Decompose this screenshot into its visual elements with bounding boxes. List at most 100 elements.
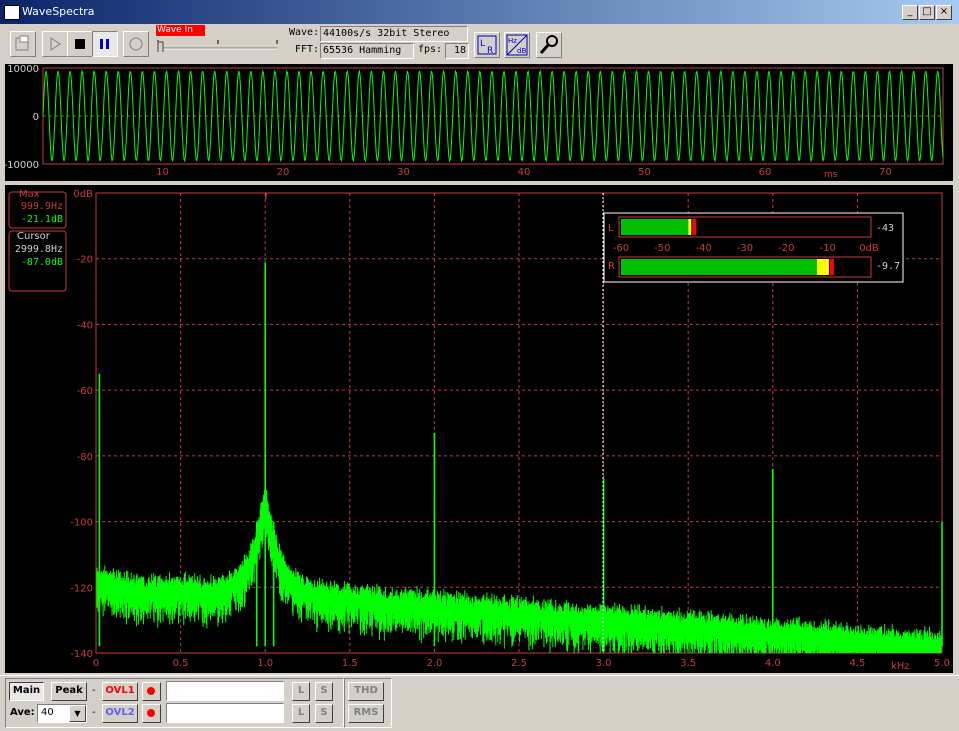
spectrum-y-tick: -20 — [77, 255, 93, 266]
waveform-x-tick: 20 — [277, 167, 290, 178]
ovl1-load-button[interactable]: L — [292, 682, 310, 701]
pause-button[interactable] — [92, 31, 118, 57]
chevron-down-icon[interactable]: ▼ — [69, 705, 86, 722]
waveform-plot: 10000 0 -10000 10 20 30 40 50 60 70 ms — [4, 64, 944, 180]
ovl1-save-button[interactable]: S — [315, 682, 333, 701]
wave-label: Wave: — [289, 27, 320, 38]
lr-channel-button[interactable]: L R — [474, 32, 500, 58]
pause-icon — [100, 39, 109, 49]
max-readout-label: Max — [19, 189, 40, 200]
wave-format-field: 44100s/s 32bit Stereo — [320, 26, 468, 42]
wrench-icon — [539, 35, 558, 54]
max-readout-freq: 999.9Hz — [21, 201, 63, 212]
ovl2-dash: - — [92, 707, 96, 718]
bottom-bar: Main Peak - OVL1 L S THD Ave: 40 ▼ - OVL… — [0, 675, 959, 731]
meter-scale-tick: -40 — [695, 243, 711, 254]
close-button[interactable]: × — [936, 5, 952, 20]
ovl2-button[interactable]: OVL2 — [102, 704, 138, 723]
ovl1-record-button[interactable] — [142, 682, 161, 701]
wave-in-label: Wave In — [156, 25, 205, 36]
spectrum-x-tick: 1.0 — [257, 658, 273, 669]
lr-icon: L R — [477, 35, 497, 56]
spectrum-x-tick: 4.5 — [849, 658, 865, 669]
ovl2-record-button[interactable] — [142, 704, 161, 723]
play-icon — [50, 37, 61, 51]
hz-db-icon-db: dB — [517, 47, 526, 55]
play-button[interactable] — [42, 31, 68, 57]
spectrum-y-tick: 0dB — [73, 189, 93, 200]
thd-button[interactable]: THD — [348, 682, 384, 701]
cursor-readout-freq: 2999.8Hz — [15, 244, 63, 255]
meter-scale-tick: -10 — [819, 243, 835, 254]
spectrum-x-tick: 0 — [93, 658, 99, 669]
minimize-button[interactable]: _ — [902, 5, 918, 20]
settings-button[interactable] — [536, 32, 562, 58]
meter-left-peak-hold — [688, 219, 692, 235]
meter-left-label: L — [608, 223, 614, 234]
waveform-y-tick: -10000 — [5, 160, 39, 171]
main-button[interactable]: Main — [9, 682, 44, 701]
meter-right-value: -9.7 — [876, 261, 900, 272]
spectrum-plot: 0dB -20 -40 -60 -80 -100 -120 -140 0 0.5 1.0 1.5 2.… — [8, 189, 950, 672]
lr-icon-l: L — [480, 39, 485, 49]
fps-field: 18 — [445, 43, 469, 59]
waveform-x-tick: 30 — [397, 167, 410, 178]
ave-label: Ave: — [10, 707, 35, 718]
meter-right-bar — [621, 259, 817, 275]
ovl1-name-field[interactable] — [166, 681, 284, 701]
spectrum-x-tick: 2.0 — [426, 658, 442, 669]
spectrum-y-tick: -100 — [70, 518, 93, 529]
spectrum-y-tick: -60 — [77, 386, 93, 397]
open-file-button[interactable] — [10, 31, 36, 57]
spectrum-x-tick: 0.5 — [173, 658, 189, 669]
stop-icon — [75, 39, 85, 49]
window-title: WaveSpectra — [22, 5, 95, 18]
ovl2-load-button[interactable]: L — [292, 704, 310, 723]
meter-left-value: -43 — [876, 223, 894, 234]
spectrum-x-tick: 4.0 — [765, 658, 781, 669]
ovl1-dash: - — [92, 685, 96, 696]
waveform-x-tick: 60 — [759, 167, 772, 178]
waveform-x-tick: 10 — [156, 167, 169, 178]
meter-left-peak — [692, 219, 697, 235]
ovl2-name-field[interactable] — [166, 703, 284, 723]
spectrum-x-tick: 3.5 — [680, 658, 696, 669]
spectrum-y-tick: -120 — [70, 583, 93, 594]
spectrum-y-tick: -40 — [77, 320, 93, 331]
wave-in-slider[interactable] — [157, 40, 279, 52]
fft-setting-field: 65536 Hamming — [320, 43, 414, 59]
meter-scale-tick: 0dB — [859, 243, 879, 254]
waveform-x-tick: 50 — [638, 167, 651, 178]
stop-button[interactable] — [67, 31, 93, 57]
record-button[interactable] — [123, 31, 149, 57]
title-bar: WaveSpectra _ □ × — [0, 0, 959, 24]
ovl2-save-button[interactable]: S — [315, 704, 333, 723]
level-meter: L -43 -60 -50 -40 -30 -20 -10 0dB R -9.7 — [603, 212, 904, 283]
spectrum-y-tick: -140 — [70, 649, 93, 660]
meter-right-peak — [829, 259, 834, 275]
open-file-icon — [15, 35, 29, 51]
waveform-x-unit: ms — [824, 170, 838, 180]
cursor-readout-label: Cursor — [17, 231, 51, 242]
ovl1-button[interactable]: OVL1 — [102, 682, 138, 701]
spectrum-x-tick: 3.0 — [596, 658, 612, 669]
meter-left-bar — [621, 219, 689, 235]
meter-scale-tick: -20 — [778, 243, 794, 254]
spectrum-x-tick: 2.5 — [511, 658, 527, 669]
record-icon — [129, 37, 143, 51]
peak-button[interactable]: Peak — [51, 682, 87, 701]
waveform-y-tick: 0 — [33, 112, 39, 123]
max-readout-db: -21.1dB — [21, 214, 63, 225]
ave-select[interactable]: 40 ▼ — [37, 704, 87, 723]
fft-label: FFT: — [295, 44, 320, 55]
ave-select-value: 40 — [41, 707, 54, 718]
meter-right-label: R — [608, 261, 615, 272]
maximize-button[interactable]: □ — [919, 5, 935, 20]
hz-db-button[interactable]: Hz dB — [504, 32, 530, 58]
record-dot-icon — [147, 687, 155, 695]
spectrum-y-tick: -80 — [77, 452, 93, 463]
rms-button[interactable]: RMS — [348, 704, 384, 723]
app-icon — [4, 5, 20, 20]
spectrum-x-tick: 1.5 — [342, 658, 358, 669]
meter-scale-tick: -50 — [654, 243, 670, 254]
